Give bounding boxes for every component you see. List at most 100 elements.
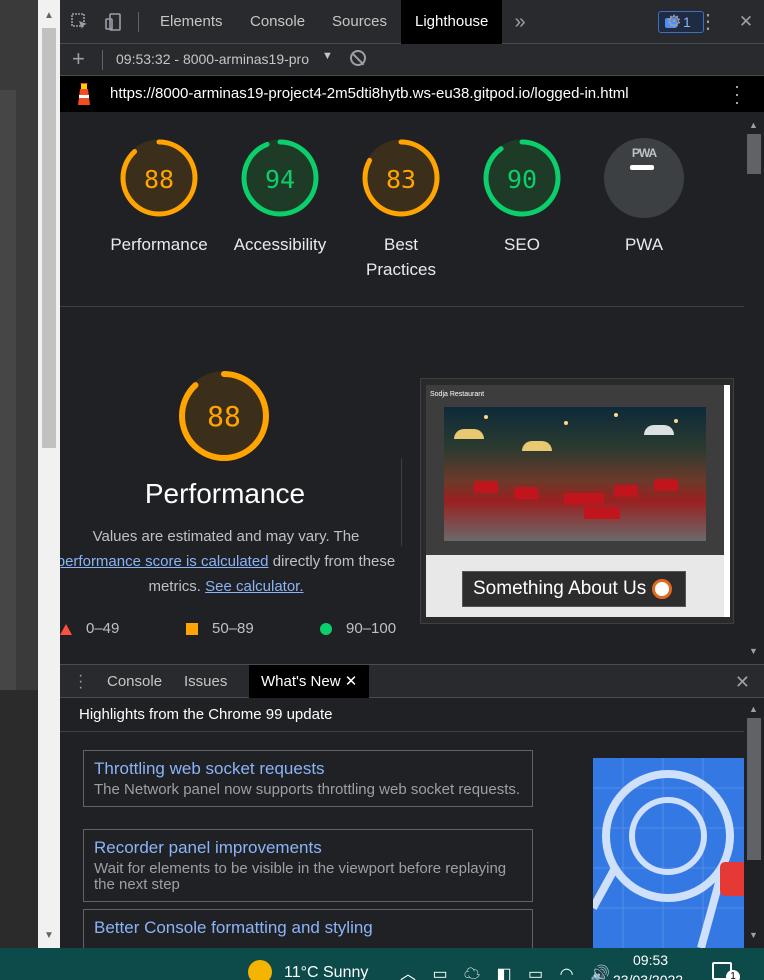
desc-text: Values are estimated and may vary. The <box>92 528 360 545</box>
page-scrollbar-thumb[interactable] <box>42 28 56 448</box>
screenshot-section-title: Something About Us <box>462 571 686 607</box>
feature-title[interactable]: Throttling web socket requests <box>94 758 522 780</box>
promo-accent <box>720 862 744 896</box>
table <box>614 485 638 497</box>
drawer-scrollbar[interactable]: ▲ ▼ <box>744 698 764 948</box>
scroll-down-icon[interactable]: ▼ <box>44 930 54 941</box>
tab-sources[interactable]: Sources <box>318 0 401 44</box>
report-select[interactable]: 09:53:32 - 8000-arminas19-pro <box>116 51 316 67</box>
tab-lighthouse[interactable]: Lighthouse <box>401 0 503 44</box>
gauge-pwa[interactable]: PWA PWA <box>584 138 704 257</box>
see-calculator-link[interactable]: See calculator. <box>205 578 303 595</box>
desc-text: directly from these <box>272 553 396 570</box>
report-scrollbar[interactable]: ▲ ▼ <box>744 112 764 664</box>
divider <box>138 12 139 32</box>
scroll-down-icon[interactable]: ▼ <box>749 646 758 656</box>
system-tray-icons[interactable]: ︿ ▭ ☁ ◧ ▭ ◠ 🔊 <box>400 960 616 980</box>
legend-good: 90–100 <box>320 620 397 637</box>
gauge-performance[interactable]: 88 Performance <box>99 138 219 257</box>
tab-label: What's New <box>261 673 341 690</box>
devtools-tabbar: Elements Console Sources Lighthouse » 1 … <box>60 0 764 44</box>
legend-poor: 0–49 <box>60 620 120 637</box>
legend-label: 50–89 <box>212 620 254 637</box>
screenshot-header: Sodja Restaurant <box>426 385 728 555</box>
close-devtools-icon[interactable]: ✕ <box>736 12 756 32</box>
feature-desc: Wait for elements to be visible in the v… <box>94 860 507 893</box>
circle-icon <box>320 623 332 635</box>
lighthouse-logo-icon <box>76 81 92 105</box>
drawer-tab-issues[interactable]: Issues <box>172 665 239 698</box>
chrome-99-promo-image[interactable] <box>593 758 744 948</box>
feature-desc: The Network panel now supports throttlin… <box>94 781 521 798</box>
light <box>674 419 678 423</box>
gauge-seo[interactable]: 90 SEO <box>462 138 582 257</box>
umbrella <box>644 425 674 435</box>
legend-label: 90–100 <box>346 620 397 637</box>
divider <box>60 306 744 307</box>
performance-gauge-large: 88 <box>178 370 270 462</box>
close-drawer-icon[interactable]: ✕ <box>735 672 750 693</box>
light <box>564 421 568 425</box>
gauge-best-practices[interactable]: 83 Best Practices <box>341 138 461 282</box>
feature-title[interactable]: Better Console formatting and styling <box>94 917 522 939</box>
pwa-dash-icon <box>630 165 654 170</box>
feature-title[interactable]: Recorder panel improvements <box>94 837 522 859</box>
score-calculation-link[interactable]: performance score is calculated <box>60 553 269 570</box>
drawer-scrollbar-thumb[interactable] <box>747 718 761 860</box>
triangle-icon <box>60 624 72 635</box>
close-tab-icon[interactable]: ✕ <box>345 673 358 690</box>
gauge-accessibility[interactable]: 94 Accessibility <box>220 138 340 257</box>
feature-card[interactable]: Throttling web socket requests The Netwo… <box>83 750 533 807</box>
chevron-down-icon[interactable]: ▼ <box>322 50 333 62</box>
gauge-score: 88 <box>143 165 175 194</box>
light <box>484 415 488 419</box>
drawer-tab-console[interactable]: Console <box>95 665 174 698</box>
customize-menu-icon[interactable]: ⋮ <box>698 12 718 32</box>
square-icon <box>186 623 198 635</box>
table <box>564 493 604 505</box>
legend-average: 50–89 <box>186 620 254 637</box>
page-content-edge-dark <box>0 90 16 690</box>
desc-text: metrics. <box>148 578 201 595</box>
gauge-score: 94 <box>264 165 296 194</box>
report-scrollbar-thumb[interactable] <box>747 134 761 174</box>
gauge-label: SEO <box>504 235 540 254</box>
feature-card[interactable]: Better Console formatting and styling <box>83 909 533 948</box>
new-report-button[interactable]: + <box>72 46 85 72</box>
feature-card[interactable]: Recorder panel improvements Wait for ele… <box>83 829 533 902</box>
table <box>654 479 678 491</box>
screenshot-brand: Sodja Restaurant <box>430 391 485 398</box>
clock-date[interactable]: 23/03/2022 <box>613 972 683 980</box>
inspect-element-icon[interactable] <box>70 12 90 32</box>
drawer-tab-whats-new[interactable]: What's New ✕ <box>249 665 370 698</box>
tab-console[interactable]: Console <box>236 0 319 44</box>
legend-label: 0–49 <box>86 620 120 637</box>
scroll-up-icon[interactable]: ▲ <box>749 704 758 714</box>
gauge-label: Accessibility <box>233 235 327 254</box>
scroll-up-icon[interactable]: ▲ <box>749 120 758 130</box>
settings-gear-icon[interactable]: ⚙ <box>664 12 684 32</box>
screenshot-scrollbar <box>724 385 730 617</box>
drawer-menu-icon[interactable]: · · · <box>78 668 83 696</box>
whats-new-panel: Highlights from the Chrome 99 update Thr… <box>60 698 744 948</box>
clock-time[interactable]: 09:53 <box>633 952 668 968</box>
lighthouse-report: 88 Performance 94 Accessibility 83 Best Pract… <box>60 112 744 664</box>
final-screenshot[interactable]: Sodja Restaurant Something About Us <box>420 378 734 624</box>
report-menu-icon[interactable]: · · · <box>734 77 740 111</box>
more-tabs-icon[interactable]: » <box>510 12 530 32</box>
clear-reports-icon[interactable] <box>350 50 366 66</box>
gauge-label: PWA <box>624 235 664 254</box>
scroll-down-icon[interactable]: ▼ <box>749 930 758 940</box>
section-title-text: Something About Us <box>473 578 647 599</box>
pwa-logo-icon: PWA <box>631 146 657 160</box>
light <box>614 413 618 417</box>
device-toolbar-icon[interactable] <box>104 12 124 32</box>
scroll-up-icon[interactable]: ▲ <box>44 10 54 21</box>
weather-widget[interactable]: 11°C Sunny <box>284 964 368 980</box>
performance-title: Performance <box>144 478 306 509</box>
restaurant-photo <box>444 407 706 541</box>
windows-taskbar: 11°C Sunny ︿ ▭ ☁ ◧ ▭ ◠ 🔊 09:53 23/03/202… <box>0 948 764 980</box>
sun-weather-icon[interactable] <box>248 960 272 980</box>
browser-page-edge: ▲ ▼ <box>0 0 60 948</box>
tab-elements[interactable]: Elements <box>146 0 237 44</box>
